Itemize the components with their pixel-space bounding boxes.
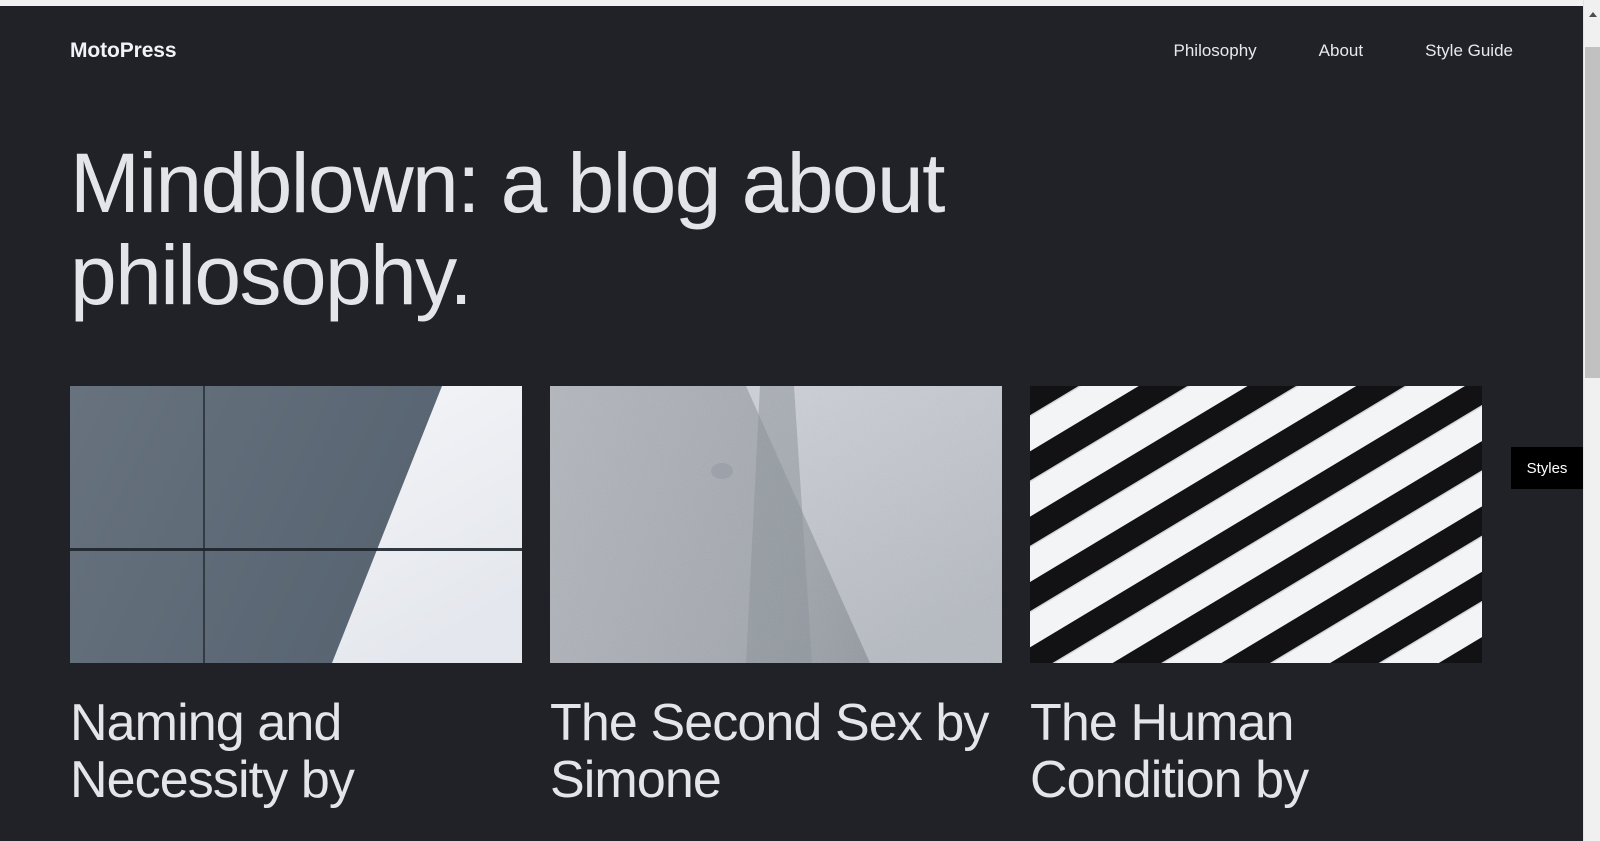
post-grid: Naming and Necessity by The Second Sex b… xyxy=(70,386,1583,809)
scroll-up-arrow-icon[interactable] xyxy=(1584,6,1600,23)
concrete-wall-texture-photo[interactable] xyxy=(550,386,1002,663)
diagonal-stripe-shadows-photo[interactable] xyxy=(1030,386,1482,663)
post-title[interactable]: Naming and Necessity by xyxy=(70,694,522,809)
page-title: Mindblown: a blog about philosophy. xyxy=(70,136,945,322)
site-preview-canvas: MotoPress Philosophy About Style Guide M… xyxy=(0,6,1583,841)
hero-section: Mindblown: a blog about philosophy. xyxy=(70,136,1190,322)
nav-item-philosophy[interactable]: Philosophy xyxy=(1174,42,1257,59)
primary-navigation: Philosophy About Style Guide xyxy=(1174,42,1514,59)
post-title[interactable]: The Human Condition by xyxy=(1030,694,1482,809)
scrollbar-thumb[interactable] xyxy=(1585,47,1600,378)
nav-item-style-guide[interactable]: Style Guide xyxy=(1425,42,1513,59)
site-header: MotoPress Philosophy About Style Guide xyxy=(0,6,1583,94)
post-card: The Human Condition by xyxy=(1030,386,1482,809)
post-card: The Second Sex by Simone xyxy=(550,386,1002,809)
post-card: Naming and Necessity by xyxy=(70,386,522,809)
post-title[interactable]: The Second Sex by Simone xyxy=(550,694,1002,809)
styles-button[interactable]: Styles xyxy=(1511,447,1583,489)
abstract-architecture-panels-photo[interactable] xyxy=(70,386,522,663)
vertical-scrollbar[interactable] xyxy=(1583,0,1600,841)
editor-preview-root: MotoPress Philosophy About Style Guide M… xyxy=(0,0,1600,841)
site-title[interactable]: MotoPress xyxy=(70,40,177,61)
nav-item-about[interactable]: About xyxy=(1319,42,1363,59)
